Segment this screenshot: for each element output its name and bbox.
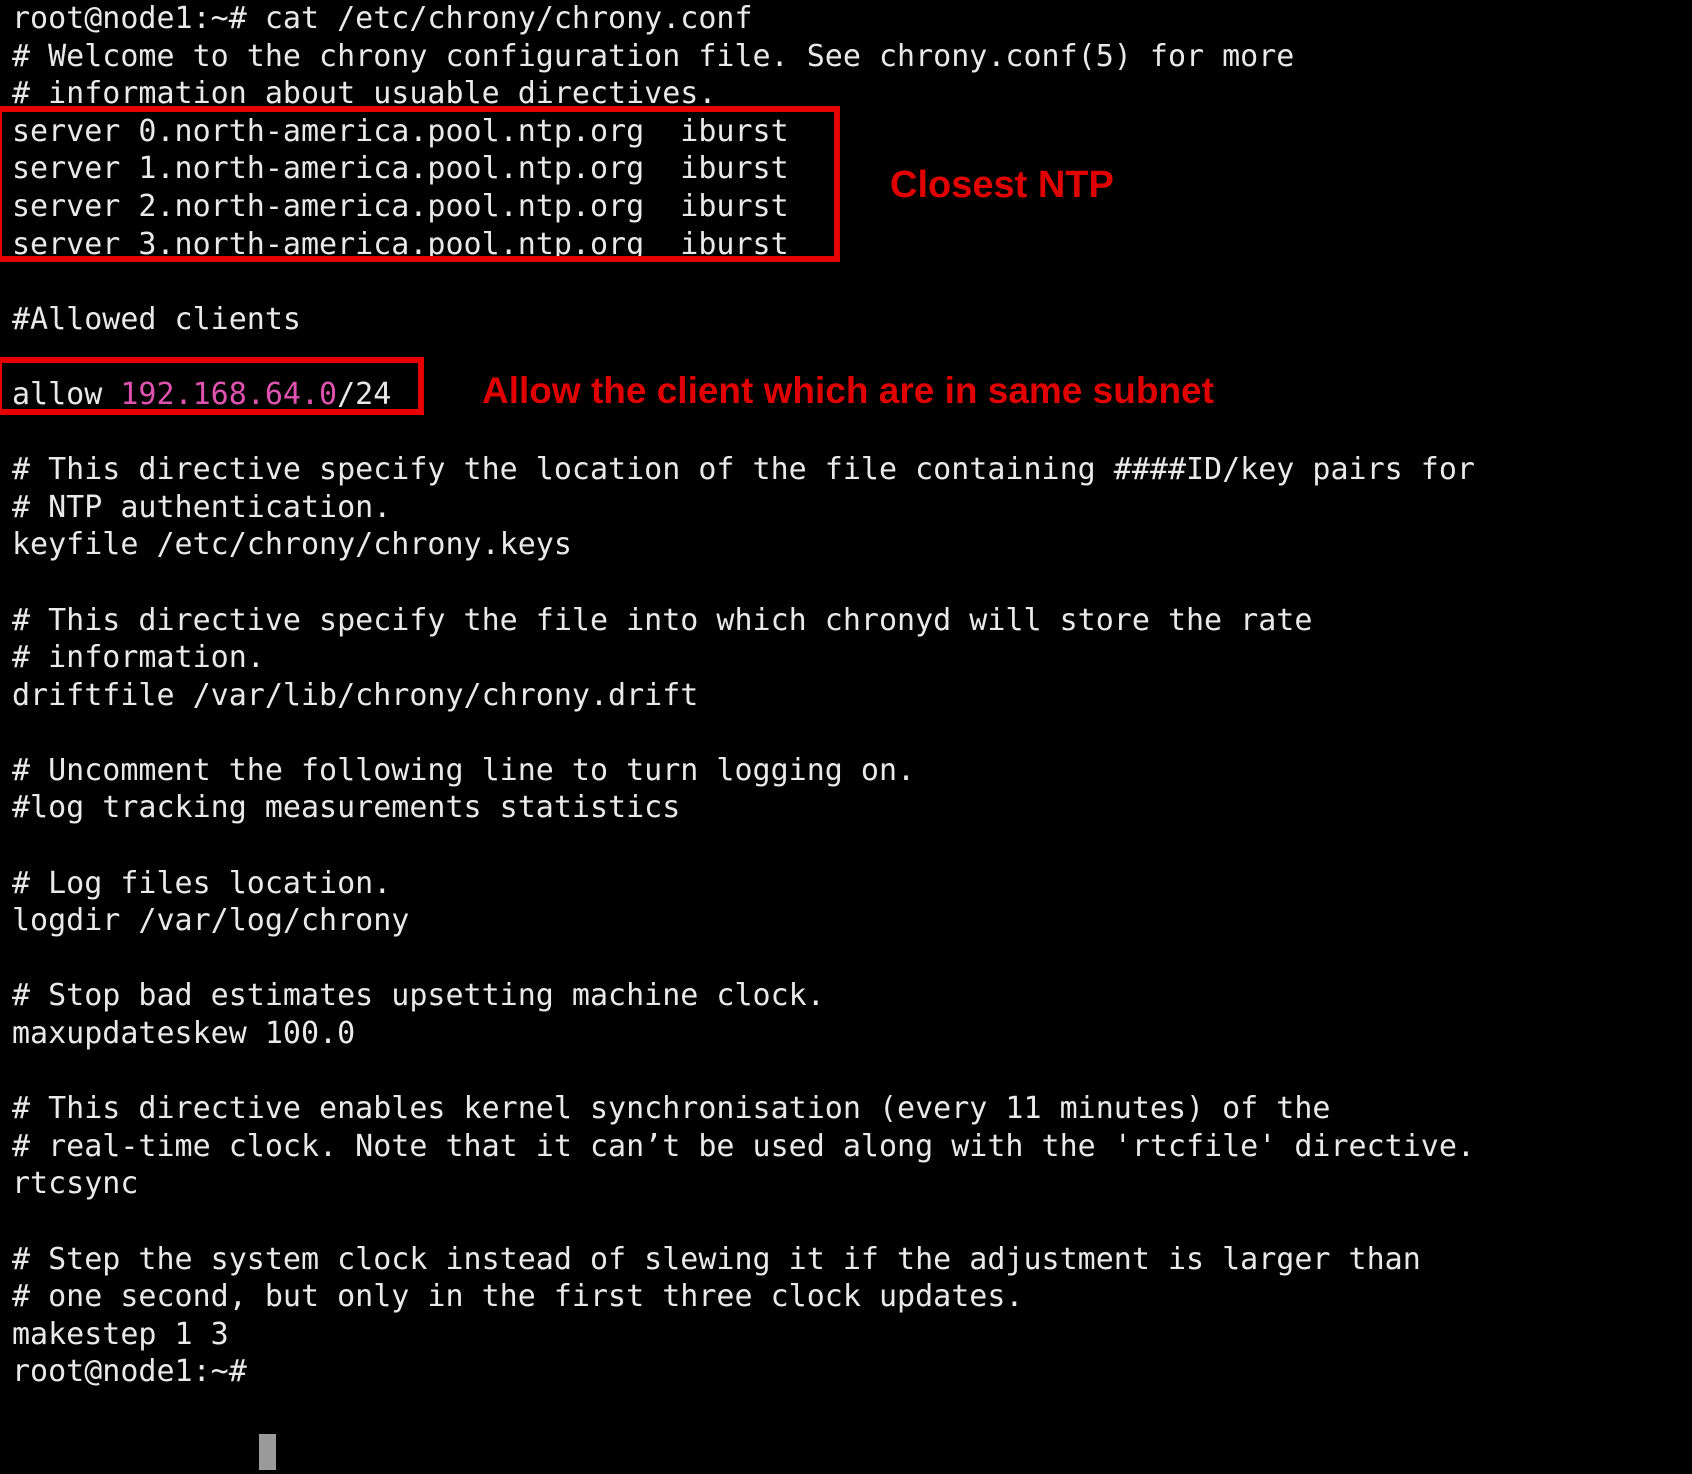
annotation-allow-subnet: Allow the client which are in same subne… [482, 370, 1214, 411]
terminal-line: # Welcome to the chrony configuration fi… [12, 38, 1295, 74]
allow-prefix: /24 [337, 376, 392, 412]
terminal-line: # Uncomment the following line to turn l… [12, 752, 916, 788]
allow-ip-address: 192.168.64.0 [120, 376, 338, 412]
terminal-line-log: #log tracking measurements statistics [12, 790, 681, 826]
terminal-line: # This directive enables kernel synchron… [12, 1091, 1331, 1127]
terminal-line-makestep: makestep 1 3 [12, 1316, 229, 1352]
block-cursor [259, 1434, 276, 1470]
terminal-line: # Step the system clock instead of slewi… [12, 1241, 1421, 1277]
terminal-line-command: root@node1:~# cat /etc/chrony/chrony.con… [12, 1, 753, 36]
terminal-line-server-3: server 3.north-america.pool.ntp.org ibur… [12, 226, 789, 262]
annotation-closest-ntp: Closest NTP [890, 164, 1114, 206]
terminal-line: # real-time clock. Note that it can’t be… [12, 1128, 1475, 1164]
terminal-line: # Stop bad estimates upsetting machine c… [12, 978, 825, 1014]
terminal-line-server-0: server 0.north-america.pool.ntp.org ibur… [12, 113, 789, 149]
terminal-line: # This directive specify the file into w… [12, 602, 1313, 638]
terminal-output: root@node1:~# cat /etc/chrony/chrony.con… [12, 0, 1682, 1391]
terminal-line: # Log files location. [12, 865, 392, 901]
allow-directive: allow [12, 376, 121, 412]
terminal-line: # NTP authentication. [12, 489, 392, 525]
terminal-window[interactable]: root@node1:~# cat /etc/chrony/chrony.con… [0, 0, 1692, 1474]
terminal-line-maxupdateskew: maxupdateskew 100.0 [12, 1016, 356, 1052]
terminal-line-server-2: server 2.north-america.pool.ntp.org ibur… [12, 188, 789, 224]
terminal-line-server-1: server 1.north-america.pool.ntp.org ibur… [12, 151, 789, 187]
terminal-line: # This directive specify the location of… [12, 452, 1475, 488]
terminal-line-keyfile: keyfile /etc/chrony/chrony.keys [12, 527, 572, 563]
terminal-line: # information about usuable directives. [12, 76, 717, 112]
terminal-line: # information. [12, 640, 265, 676]
terminal-line-allowed-clients-comment: #Allowed clients [12, 301, 301, 337]
terminal-line-logdir: logdir /var/log/chrony [12, 903, 410, 939]
terminal-line-driftfile: driftfile /var/lib/chrony/chrony.drift [12, 677, 699, 713]
terminal-line-rtcsync: rtcsync [12, 1166, 139, 1202]
terminal-line: # one second, but only in the first thre… [12, 1279, 1024, 1315]
terminal-line-final-prompt: root@node1:~# [12, 1354, 247, 1390]
